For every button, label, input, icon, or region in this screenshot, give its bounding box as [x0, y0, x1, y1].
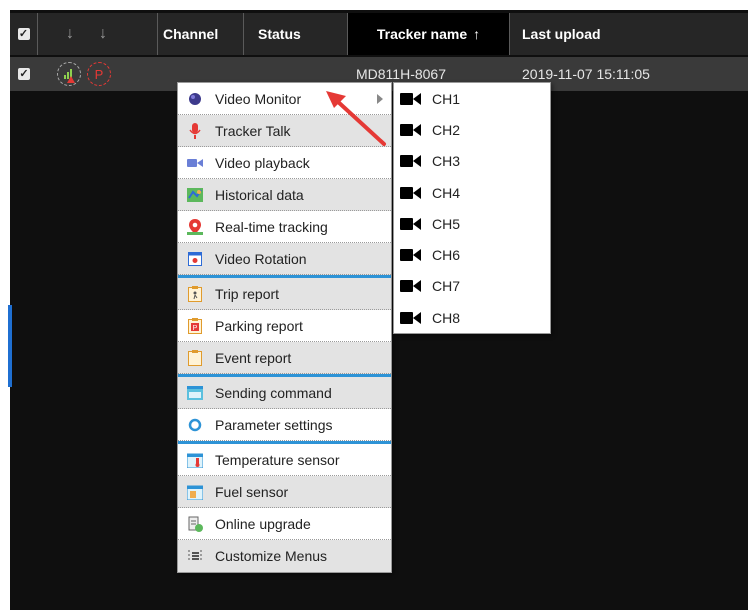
- channel-submenu: CH1 CH2 CH3 CH4 CH5 CH6 CH7 CH8: [393, 82, 551, 335]
- sort-up-icon: ↑: [473, 26, 481, 42]
- camera-icon: [400, 217, 422, 231]
- channel-label: CH6: [432, 247, 461, 264]
- menu-item-fuel-sensor[interactable]: Fuel sensor: [178, 476, 391, 508]
- camera-icon: [400, 279, 422, 293]
- camera-icon: [400, 186, 422, 200]
- annotation-arrow-icon: [326, 91, 386, 146]
- thermometer-icon: [186, 451, 204, 469]
- sort-down-arrow-icon[interactable]: ↓: [66, 25, 74, 43]
- event-report-icon: [186, 349, 204, 367]
- menu-item-online-upgrade[interactable]: Online upgrade: [178, 508, 391, 540]
- menu-item-customize-menus[interactable]: Customize Menus: [178, 540, 391, 572]
- last-upload-column-header[interactable]: Last upload: [510, 13, 748, 55]
- row-checkbox[interactable]: ✓: [18, 68, 30, 80]
- menu-item-label: Customize Menus: [215, 548, 328, 564]
- menu-item-label: Online upgrade: [215, 515, 311, 532]
- channel-label: CH7: [432, 278, 461, 295]
- sort-column[interactable]: ↓ ↓: [38, 13, 158, 55]
- menu-item-label: Event report: [215, 349, 292, 366]
- menu-item-sending-command[interactable]: Sending command: [178, 377, 391, 409]
- upgrade-icon: [186, 515, 204, 533]
- submenu-item-ch6[interactable]: CH6: [394, 239, 550, 270]
- tracker-name-column-header[interactable]: Tracker name ↑: [348, 13, 510, 55]
- video-camera-icon: [186, 154, 204, 172]
- menu-item-label: Historical data: [215, 186, 304, 203]
- channel-label: CH2: [432, 121, 461, 138]
- side-panel-tab[interactable]: [8, 305, 12, 387]
- fuel-icon: [186, 483, 204, 501]
- table-header: ✓ ↓ ↓ Channel Status Tracker name ↑ Last…: [10, 13, 748, 55]
- menu-item-label: Parking report: [215, 317, 303, 334]
- svg-text:P: P: [193, 325, 198, 332]
- menu-item-label: Video Rotation: [215, 250, 307, 267]
- submenu-item-ch3[interactable]: CH3: [394, 146, 550, 177]
- row-checkbox-cell[interactable]: ✓: [18, 57, 30, 91]
- sort-down-arrow-icon[interactable]: ↓: [99, 25, 107, 43]
- menu-lines-icon: [186, 547, 204, 565]
- menu-item-trip-report[interactable]: Trip report: [178, 278, 391, 310]
- camera-icon: [400, 123, 422, 137]
- menu-item-label: Trip report: [215, 285, 280, 302]
- channel-label: CH1: [432, 90, 461, 107]
- circle-settings-icon: [186, 416, 204, 434]
- menu-item-label: Video playback: [215, 154, 310, 171]
- menu-item-temperature-sensor[interactable]: Temperature sensor: [178, 444, 391, 476]
- parking-status-icon: P: [87, 62, 111, 86]
- camera-icon: [400, 154, 422, 168]
- submenu-item-ch5[interactable]: CH5: [394, 208, 550, 239]
- menu-item-label: Sending command: [215, 384, 332, 401]
- camera-icon: [400, 311, 422, 325]
- menu-item-parameter-settings[interactable]: Parameter settings: [178, 409, 391, 441]
- signal-alarm-icon: [57, 62, 81, 86]
- menu-item-video-rotation[interactable]: Video Rotation: [178, 243, 391, 275]
- channel-label: CH8: [432, 309, 461, 326]
- menu-item-label: Temperature sensor: [215, 451, 340, 468]
- submenu-item-ch1[interactable]: CH1: [394, 83, 550, 114]
- channel-label: CH5: [432, 215, 461, 232]
- parking-report-icon: P: [186, 317, 204, 335]
- menu-item-label: Real-time tracking: [215, 218, 328, 235]
- menu-item-historical-data[interactable]: Historical data: [178, 179, 391, 211]
- channel-column-header[interactable]: Channel: [158, 13, 244, 55]
- channel-label: CH3: [432, 153, 461, 170]
- trip-report-icon: [186, 285, 204, 303]
- menu-item-label: Tracker Talk: [215, 122, 291, 139]
- status-column-header[interactable]: Status: [244, 13, 348, 55]
- svg-text:P: P: [95, 67, 104, 82]
- last-upload-header-label: Last upload: [522, 26, 601, 42]
- submenu-item-ch7[interactable]: CH7: [394, 271, 550, 302]
- submenu-item-ch8[interactable]: CH8: [394, 302, 550, 333]
- menu-item-label: Fuel sensor: [215, 483, 289, 500]
- menu-item-real-time-tracking[interactable]: Real-time tracking: [178, 211, 391, 243]
- microphone-icon: [186, 122, 204, 140]
- menu-item-label: Video Monitor: [215, 90, 302, 107]
- select-all-column[interactable]: ✓: [10, 13, 38, 55]
- menu-item-label: Parameter settings: [215, 416, 333, 433]
- submenu-item-ch4[interactable]: CH4: [394, 177, 550, 208]
- submenu-item-ch2[interactable]: CH2: [394, 114, 550, 145]
- channel-label: CH4: [432, 184, 461, 201]
- context-menu: Video Monitor Tracker Talk Video playbac…: [177, 82, 392, 573]
- command-window-icon: [186, 384, 204, 402]
- location-pin-icon: [186, 218, 204, 236]
- menu-item-event-report[interactable]: Event report: [178, 342, 391, 374]
- status-header-label: Status: [258, 26, 301, 42]
- channel-header-label: Channel: [163, 26, 219, 42]
- globe-icon: [186, 90, 204, 108]
- camera-icon: [400, 92, 422, 106]
- video-rotation-icon: [186, 250, 204, 268]
- menu-item-parking-report[interactable]: P Parking report: [178, 310, 391, 342]
- tracker-name-header-label: Tracker name: [376, 26, 468, 42]
- camera-icon: [400, 248, 422, 262]
- map-icon: [186, 186, 204, 204]
- select-all-checkbox[interactable]: ✓: [17, 28, 30, 40]
